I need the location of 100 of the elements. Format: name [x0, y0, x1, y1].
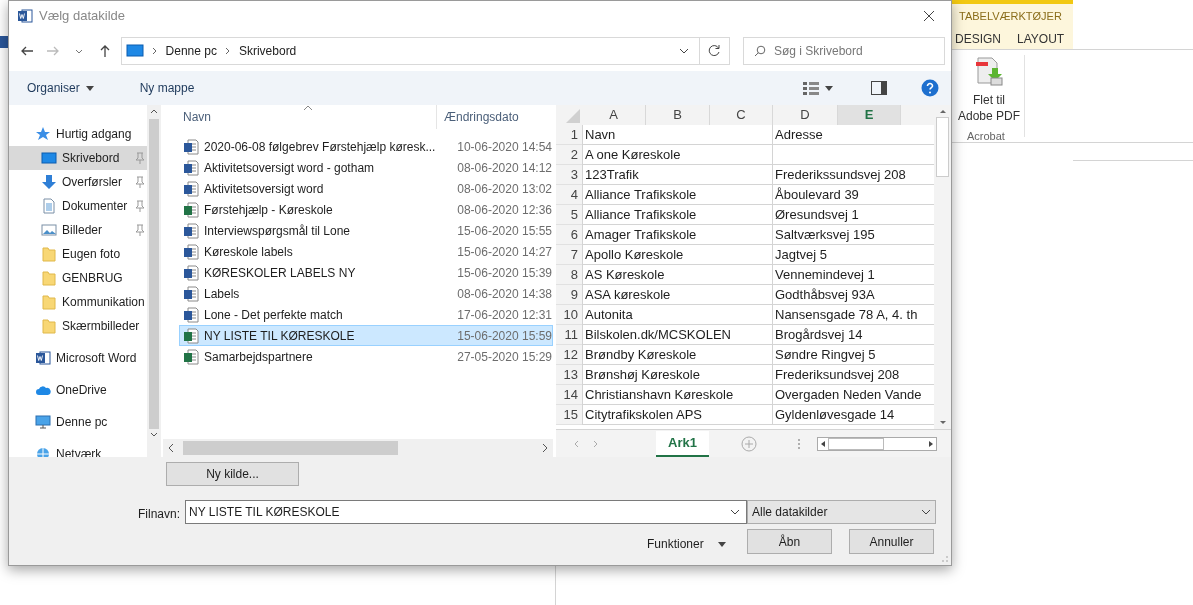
- file-row[interactable]: Køreskole labels 15-06-2020 14:27: [179, 241, 553, 262]
- document-file-icon: [183, 159, 199, 176]
- spreadsheet-file-icon: [183, 201, 199, 218]
- help-icon: [921, 79, 939, 97]
- filename-input[interactable]: NY LISTE TIL KØRESKOLE: [189, 503, 730, 521]
- column-header[interactable]: A: [582, 105, 646, 125]
- ribbon-tab[interactable]: LAYOUT: [1017, 30, 1065, 48]
- breadcrumb-item[interactable]: Denne pc: [165, 42, 217, 60]
- row-number: 15: [556, 405, 582, 425]
- ribbon-command-label[interactable]: Flet til Adobe PDF: [957, 92, 1021, 124]
- file-name: Køreskole labels: [204, 243, 294, 261]
- tools-menu-button[interactable]: Funktioner: [647, 534, 726, 554]
- file-name: Interviewspørgsmål til Lone: [204, 222, 352, 240]
- list-view-icon: [803, 81, 819, 95]
- toolbar-button[interactable]: Organiser: [19, 75, 102, 101]
- sidebar-item[interactable]: Overførsler: [9, 170, 149, 194]
- table-cell: Citytrafikskolen APS: [582, 405, 773, 425]
- spreadsheet-file-icon: [183, 348, 199, 365]
- column-header[interactable]: C: [710, 105, 773, 125]
- scrollbar[interactable]: [163, 439, 553, 457]
- ribbon-tab[interactable]: DESIGN: [955, 30, 1001, 48]
- row-number: 2: [556, 145, 582, 165]
- scroll-left-icon: [167, 443, 175, 453]
- file-name: NY LISTE TIL KØRESKOLE: [204, 327, 356, 345]
- sidebar-item[interactable]: OneDrive: [9, 378, 149, 402]
- chevron-down-icon: [921, 509, 931, 515]
- address-bar[interactable]: Denne pc Skrivebord: [120, 37, 730, 65]
- filename-field[interactable]: NY LISTE TIL KØRESKOLE: [185, 500, 747, 524]
- row-number: 10: [556, 305, 582, 325]
- table-cell: Apollo Køreskole: [582, 245, 773, 265]
- sheet-tab[interactable]: Ark1: [656, 430, 709, 457]
- column-header[interactable]: B: [646, 105, 710, 125]
- sidebar-item[interactable]: Dokumenter: [9, 194, 149, 218]
- search-field[interactable]: Søg i Skrivebord: [742, 37, 945, 65]
- table-cell: Navn: [582, 125, 773, 145]
- column-header[interactable]: E: [838, 105, 901, 125]
- file-date: 15-06-2020 15:59: [457, 327, 552, 345]
- document-file-icon: [183, 285, 199, 302]
- sidebar-item[interactable]: Skrivebord: [9, 146, 149, 170]
- table-cell: AS Køreskole: [582, 265, 773, 285]
- row-number: 13: [556, 365, 582, 385]
- file-date: 08-06-2020 12:36: [457, 201, 552, 219]
- breadcrumb-item[interactable]: Skrivebord: [238, 42, 297, 60]
- file-row[interactable]: Lone - Det perfekte match 17-06-2020 12:31: [179, 304, 553, 325]
- cancel-button[interactable]: Annuller: [849, 529, 934, 554]
- file-name: 2020-06-08 følgebrev Førstehjælp køresk...: [204, 138, 437, 156]
- word-icon: [17, 8, 33, 24]
- file-date: 10-06-2020 14:54: [457, 138, 552, 156]
- file-name: Samarbejdspartnere: [204, 348, 314, 366]
- sidebar-item[interactable]: Eugen foto: [9, 242, 149, 266]
- file-row[interactable]: Labels 08-06-2020 14:38: [179, 283, 553, 304]
- row-number: 14: [556, 385, 582, 405]
- new-source-button[interactable]: Ny kilde...: [166, 462, 299, 486]
- file-row[interactable]: Aktivitetsoversigt word - gotham 08-06-2020 14:12: [179, 157, 553, 178]
- table-cell: Brønshøj Køreskole: [582, 365, 773, 385]
- file-row[interactable]: NY LISTE TIL KØRESKOLE 15-06-2020 15:59: [179, 325, 553, 346]
- sidebar-item[interactable]: Skærmbilleder: [9, 314, 149, 338]
- row-number: 8: [556, 265, 582, 285]
- file-row[interactable]: Interviewspørgsmål til Lone 15-06-2020 15:55: [179, 220, 553, 241]
- file-row[interactable]: 2020-06-08 følgebrev Førstehjælp køresk... 10-06-2020 14:54: [179, 136, 553, 157]
- scroll-thumb[interactable]: [936, 117, 949, 177]
- file-row[interactable]: Førstehjælp - Køreskole 08-06-2020 12:36: [179, 199, 553, 220]
- sidebar-item[interactable]: Billeder: [9, 218, 149, 242]
- spreadsheet-file-icon: [183, 327, 199, 344]
- row-number: 6: [556, 225, 582, 245]
- toolbar-button[interactable]: Ny mappe: [131, 75, 203, 101]
- file-name: KØRESKOLER LABELS NY: [204, 264, 357, 282]
- filename-label: Filnavn:: [138, 506, 181, 523]
- file-date: 08-06-2020 14:38: [457, 285, 552, 303]
- search-icon: [753, 45, 766, 57]
- file-name: Lone - Det perfekte match: [204, 306, 344, 324]
- file-row[interactable]: KØRESKOLER LABELS NY 15-06-2020 15:39: [179, 262, 553, 283]
- column-header[interactable]: Navn: [163, 105, 437, 129]
- document-file-icon: [183, 306, 199, 323]
- row-number: 5: [556, 205, 582, 225]
- contextual-tab-label: TABELVÆRKTØJER: [959, 9, 1062, 24]
- sidebar-item[interactable]: Denne pc: [9, 410, 149, 434]
- row-number: 3: [556, 165, 582, 185]
- row-number: 12: [556, 345, 582, 365]
- row-number: 11: [556, 325, 582, 345]
- table-cell: ASA køreskole: [582, 285, 773, 305]
- ribbon-group-label: Acrobat: [967, 129, 1005, 144]
- file-name: Aktivitetsoversigt word: [204, 180, 325, 198]
- table-cell: Amager Trafikskole: [582, 225, 773, 245]
- sidebar-item[interactable]: Kommunikation: [9, 290, 149, 314]
- sidebar-item[interactable]: Hurtig adgang: [9, 122, 149, 146]
- sidebar-item[interactable]: GENBRUG: [9, 266, 149, 290]
- file-date: 27-05-2020 15:29: [457, 348, 552, 366]
- open-button[interactable]: Åbn: [747, 529, 832, 554]
- file-date: 15-06-2020 15:39: [457, 264, 552, 282]
- file-type-dropdown[interactable]: Alle datakilder: [747, 500, 936, 524]
- file-row[interactable]: Aktivitetsoversigt word 08-06-2020 13:02: [179, 178, 553, 199]
- search-input[interactable]: Søg i Skrivebord: [773, 42, 934, 60]
- column-header[interactable]: Ændringsdato: [437, 108, 519, 129]
- file-name: Førstehjælp - Køreskole: [204, 201, 334, 219]
- scrollbar[interactable]: [817, 436, 937, 451]
- scrollbar[interactable]: [147, 105, 161, 457]
- refresh-icon: [707, 44, 722, 58]
- sidebar-item[interactable]: Microsoft Word: [9, 346, 149, 370]
- file-row[interactable]: Samarbejdspartnere 27-05-2020 15:29: [179, 346, 553, 367]
